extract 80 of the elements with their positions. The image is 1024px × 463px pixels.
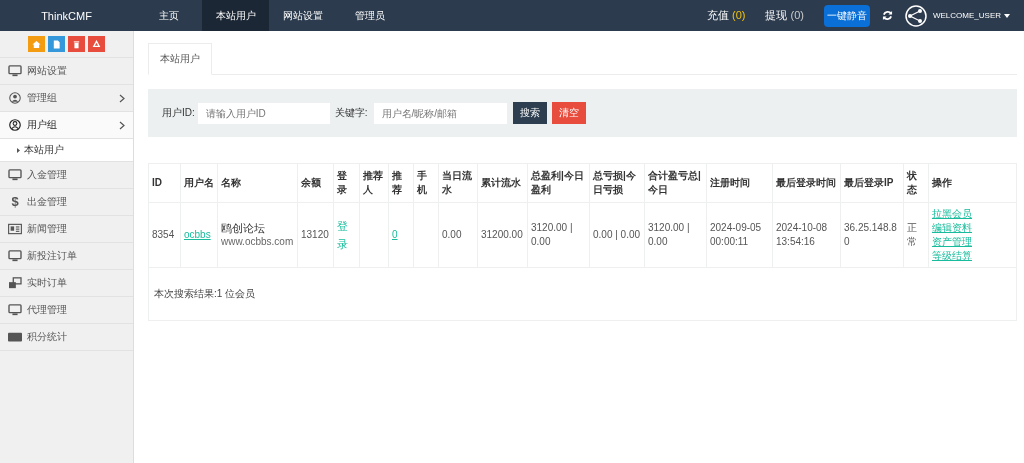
table-cell: 13120 xyxy=(297,202,334,268)
nav-tab[interactable]: 网站设置 xyxy=(269,0,336,31)
quick-button[interactable] xyxy=(88,36,105,52)
sidebar-item[interactable]: 新投注订单 xyxy=(0,243,133,270)
column-header: 登录 xyxy=(333,163,360,203)
column-header: 手机 xyxy=(413,163,439,203)
column-header: 推荐 xyxy=(388,163,414,203)
user-circle-icon xyxy=(8,92,22,104)
sidebar-item[interactable]: 代理管理 xyxy=(0,297,133,324)
table-cell: 3120.00 | 0.00 xyxy=(644,202,707,268)
nav-tab[interactable]: 管理员 xyxy=(336,0,403,31)
page-tab[interactable]: 本站用户 xyxy=(148,43,212,75)
sidebar-item[interactable]: 用户组 xyxy=(0,112,133,139)
column-header: 名称 xyxy=(217,163,298,203)
table-cell: 0.00 | 0.00 xyxy=(589,202,645,268)
column-header: 注册时间 xyxy=(706,163,773,203)
trash-icon xyxy=(72,39,81,49)
field-label: 关键字: xyxy=(334,106,368,120)
site-name: 鸥创论坛 xyxy=(221,221,266,235)
user-id-field[interactable]: 请输入用户ID xyxy=(197,102,330,124)
triangle-icon xyxy=(17,147,20,153)
monitor-icon xyxy=(8,169,22,181)
column-header: 当日流水 xyxy=(438,163,478,203)
column-header: 余额 xyxy=(297,163,334,203)
quick-button[interactable] xyxy=(28,36,45,52)
brand-logo[interactable]: ThinkCMF xyxy=(0,0,133,31)
windows-icon xyxy=(8,277,22,289)
refresh-icon[interactable] xyxy=(882,10,893,21)
column-header: ID xyxy=(148,163,181,203)
quick-button[interactable] xyxy=(48,36,65,52)
column-header: 用户名 xyxy=(180,163,218,203)
mute-button[interactable]: 一键静音 xyxy=(824,4,870,27)
column-header: 总盈利|今日盈利 xyxy=(527,163,590,203)
table-cell: 0.00 xyxy=(438,202,478,268)
sidebar-subitem[interactable]: 本站用户 xyxy=(0,139,133,162)
monitor-icon xyxy=(8,304,22,316)
quick-button[interactable] xyxy=(68,36,85,52)
user-menu[interactable]: WELCOME_USER xyxy=(933,11,1010,20)
table-cell: 2024-10-08 13:54:16 xyxy=(772,202,841,268)
avatar-icon[interactable] xyxy=(905,4,927,27)
sidebar-item[interactable]: 网站设置 xyxy=(0,58,133,85)
monitor-icon xyxy=(8,250,22,262)
column-header: 推荐人 xyxy=(359,163,389,203)
column-header: 最后登录时间 xyxy=(772,163,841,203)
table-cell: 3120.00 | 0.00 xyxy=(527,202,590,268)
recycle-icon xyxy=(92,39,101,49)
column-header: 最后登录IP xyxy=(840,163,904,203)
sidebar-item[interactable]: 积分统计 xyxy=(0,324,133,351)
sidebar-item[interactable]: 实时订单 xyxy=(0,270,133,297)
table-cell: 31200.00 xyxy=(477,202,528,268)
card-icon xyxy=(8,331,22,343)
withdraw-link[interactable]: 提现 (0) xyxy=(765,8,804,23)
dollar-icon: $ xyxy=(8,196,22,208)
column-header: 操作 xyxy=(928,163,1017,203)
monitor-icon xyxy=(8,65,22,77)
table-cell: 2024-09-05 00:00:11 xyxy=(706,202,773,268)
column-header: 合计盈亏总|今日 xyxy=(644,163,707,203)
site-url: www.ocbbs.com xyxy=(221,235,294,249)
column-header: 状态 xyxy=(903,163,929,203)
sidebar-item[interactable]: 新闻管理 xyxy=(0,216,133,243)
user-icon xyxy=(8,119,22,131)
nav-tab[interactable]: 本站用户 xyxy=(202,0,269,31)
sidebar-item[interactable]: $ 出金管理 xyxy=(0,189,133,216)
search-button[interactable]: 搜索 xyxy=(512,102,547,124)
field-label: 用户ID: xyxy=(162,106,195,120)
nav-tab[interactable]: 主页 xyxy=(135,0,202,31)
sidebar-item[interactable]: 入金管理 xyxy=(0,162,133,189)
column-header: 累计流水 xyxy=(477,163,528,203)
column-header: 总亏损|今日亏损 xyxy=(589,163,645,203)
home-icon xyxy=(32,39,41,49)
clear-button[interactable]: 清空 xyxy=(551,102,586,124)
caret-icon xyxy=(1004,13,1010,18)
recharge-link[interactable]: 充值 (0) xyxy=(706,8,746,23)
table-cell: 正常 xyxy=(903,202,929,268)
keyword-field[interactable]: 用户名/昵称/邮箱 xyxy=(373,102,507,124)
newspaper-icon xyxy=(8,223,22,235)
file-icon xyxy=(52,39,61,49)
table-cell: 36.25.148.80 xyxy=(840,202,904,268)
result-summary: 本次搜索结果:1 位会员 xyxy=(148,267,1017,321)
table-cell: 8354 xyxy=(148,202,181,268)
